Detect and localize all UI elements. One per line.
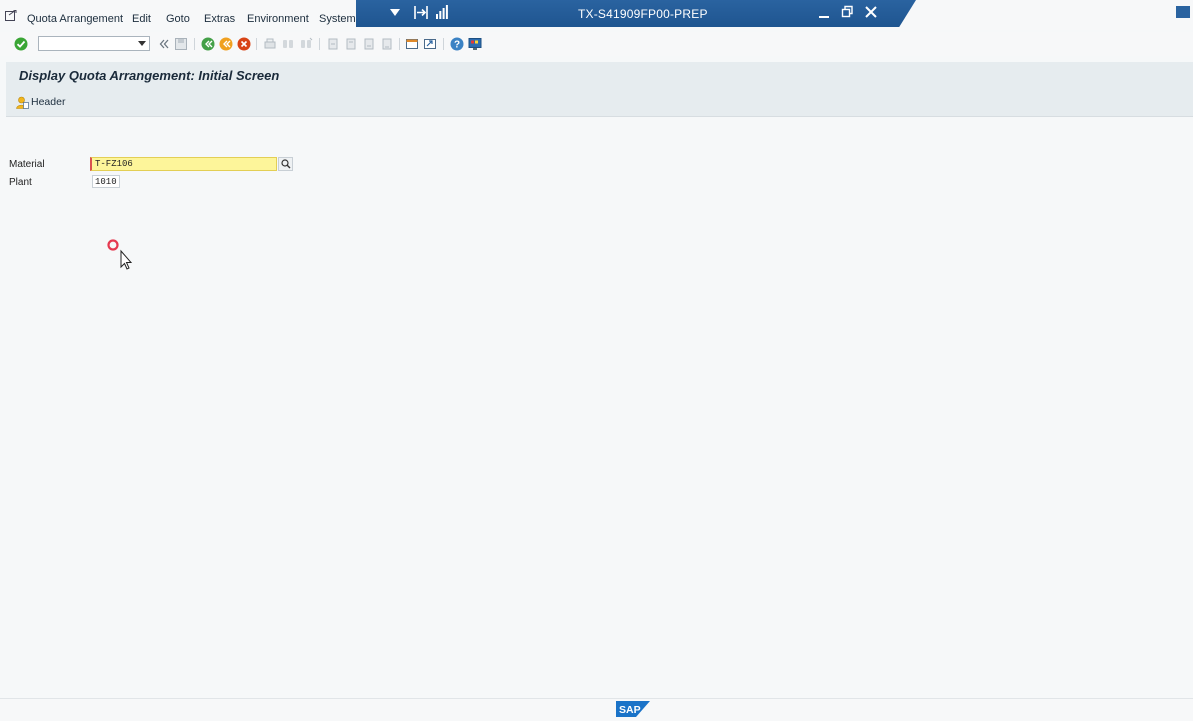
restore-icon[interactable] xyxy=(838,5,856,22)
menu-exit-icon[interactable] xyxy=(5,10,17,21)
toolbar-separator xyxy=(319,38,320,50)
toolbar-separator xyxy=(256,38,257,50)
window-title: TX-S41909FP00-PREP xyxy=(578,7,708,21)
standard-toolbar: ? xyxy=(0,32,1193,56)
search-icon xyxy=(281,159,291,169)
menu-extras[interactable]: Extras xyxy=(204,13,235,25)
svg-text:?: ? xyxy=(454,40,460,51)
print-icon[interactable] xyxy=(263,37,277,51)
command-dropdown-icon[interactable] xyxy=(138,41,146,46)
menu-quota-arrangement[interactable]: Quota Arrangement xyxy=(27,13,123,25)
main-content: Material T-FZ106 Plant 1010 xyxy=(6,117,1193,697)
header-button[interactable]: Header xyxy=(16,94,65,110)
performance-bars-icon[interactable] xyxy=(436,5,448,19)
next-page-icon[interactable] xyxy=(362,37,376,51)
close-icon[interactable] xyxy=(862,5,880,22)
menu-environment[interactable]: Environment xyxy=(247,13,309,25)
double-chevron-left-icon[interactable] xyxy=(157,37,171,51)
customize-layout-icon[interactable] xyxy=(468,37,482,51)
find-icon[interactable] xyxy=(281,37,295,51)
toolbar-separator xyxy=(443,38,444,50)
minimize-icon[interactable] xyxy=(815,5,833,22)
new-session-icon[interactable] xyxy=(405,37,419,51)
command-field[interactable] xyxy=(38,36,150,51)
status-bar xyxy=(0,698,1193,721)
sap-logo: SAP xyxy=(616,701,650,717)
exit-icon[interactable] xyxy=(219,37,233,51)
customize-dropdown-icon[interactable] xyxy=(390,9,400,17)
help-icon[interactable]: ? xyxy=(450,37,464,51)
menu-bar: Quota Arrangement Edit Goto Extras Envir… xyxy=(0,0,1193,30)
page-title: Display Quota Arrangement: Initial Scree… xyxy=(19,68,280,83)
cancel-icon[interactable] xyxy=(237,37,251,51)
corner-indicator xyxy=(1176,6,1190,18)
shortcut-icon[interactable] xyxy=(423,37,437,51)
save-icon[interactable] xyxy=(174,37,188,51)
toolbar-separator xyxy=(399,38,400,50)
plant-field[interactable]: 1010 xyxy=(92,175,120,188)
material-field[interactable]: T-FZ106 xyxy=(90,157,277,171)
toolbar-separator xyxy=(194,38,195,50)
header-button-label: Header xyxy=(31,96,66,108)
material-search-help-button[interactable] xyxy=(278,157,293,171)
material-label: Material xyxy=(9,159,45,170)
back-icon[interactable] xyxy=(201,37,215,51)
menu-goto[interactable]: Goto xyxy=(166,13,190,25)
screen-header: Display Quota Arrangement: Initial Scree… xyxy=(6,62,1193,117)
enter-check-icon[interactable] xyxy=(14,37,28,51)
mouse-cursor-icon xyxy=(107,239,133,270)
last-page-icon[interactable] xyxy=(380,37,394,51)
find-next-icon[interactable] xyxy=(299,37,313,51)
header-person-icon xyxy=(16,96,29,109)
menu-system[interactable]: System xyxy=(319,13,356,25)
sap-logo-text: SAP xyxy=(619,704,641,716)
window-title-bar: TX-S41909FP00-PREP xyxy=(356,0,916,27)
first-page-icon[interactable] xyxy=(326,37,340,51)
previous-page-icon[interactable] xyxy=(344,37,358,51)
menu-edit[interactable]: Edit xyxy=(132,13,151,25)
expand-toolbar-icon[interactable] xyxy=(414,6,428,19)
plant-label: Plant xyxy=(9,177,32,188)
